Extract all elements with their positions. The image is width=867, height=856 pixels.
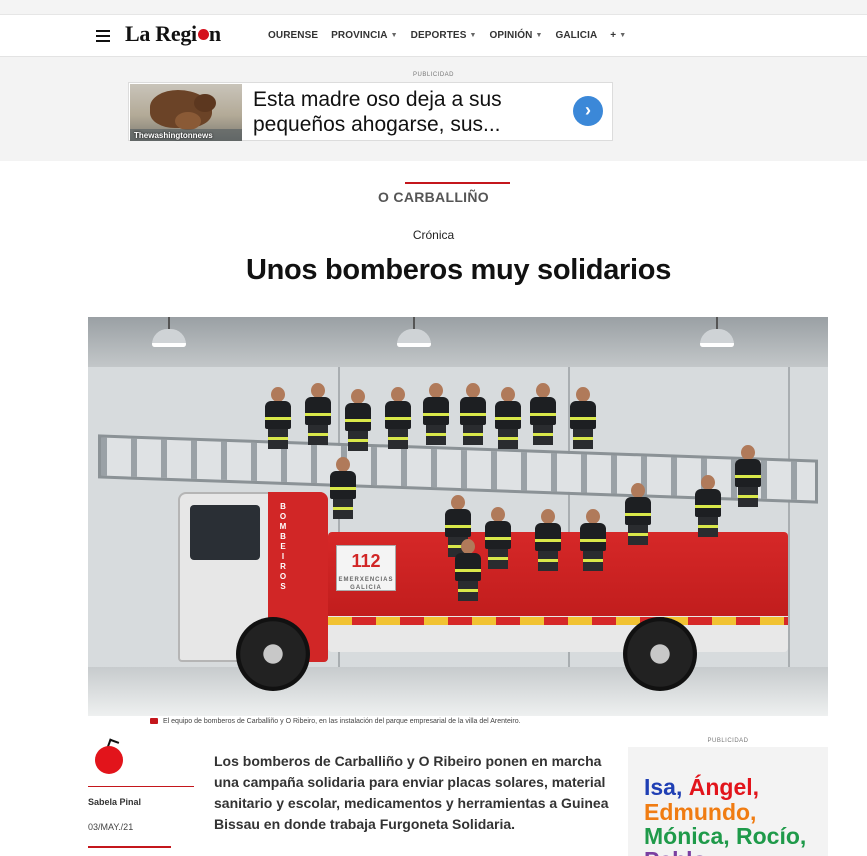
truck-side-text: BOMBEIROS	[279, 502, 287, 591]
caret-down-icon: ▼	[535, 32, 543, 39]
nav-item-galicia[interactable]: GALICIA	[555, 30, 597, 41]
author-logo-icon	[95, 738, 123, 774]
chevron-right-icon[interactable]: ›	[573, 96, 603, 126]
side-ad-line: Pablo	[644, 847, 707, 856]
truck-number: 112	[351, 551, 381, 571]
section-bar	[405, 182, 510, 184]
truck-subtext: EMERXENCIAS GALICIA	[338, 577, 394, 591]
caret-down-icon: ▼	[390, 32, 398, 39]
nav-label: OURENSE	[268, 30, 319, 41]
side-ad-line: Mónica, Rocío,	[644, 823, 807, 849]
article-headline: Unos bomberos muy solidarios	[245, 254, 672, 286]
article-standfirst: Los bomberos de Carballiño y O Ribeiro p…	[214, 753, 609, 832]
divider	[88, 846, 171, 848]
nav-label: GALICIA	[555, 30, 598, 41]
photo-caption: El equipo de bomberos de Carballiño y O …	[150, 718, 521, 725]
ad-label: PUBLICIDAD	[412, 72, 454, 78]
side-ad[interactable]: Isa, Ángel, Edmundo, Mónica, Rocío, Pabl…	[628, 747, 828, 856]
caret-down-icon: ▼	[469, 32, 477, 39]
author-name[interactable]: Sabela Pinal	[88, 797, 141, 807]
nav-item-ourense[interactable]: OURENSE	[268, 30, 318, 41]
side-ad-line: Edmundo,	[644, 799, 757, 825]
menu-icon[interactable]	[96, 30, 110, 42]
truck-wheel	[236, 617, 310, 691]
main-nav: OURENSE PROVINCIA ▼ DEPORTES ▼ OPINIÓN ▼ GA…	[268, 30, 626, 41]
publish-date: 03/MAY./21	[88, 822, 134, 832]
truck-112-badge: 112 EMERXENCIAS GALICIA	[336, 545, 396, 591]
logo-text-end: n	[208, 21, 221, 46]
logo-dot-icon	[197, 29, 209, 40]
caret-down-icon: ▼	[619, 32, 627, 39]
side-ad-line: Isa, Ángel,	[644, 774, 760, 800]
ad-image-bear: Thewashingtonnews	[130, 84, 242, 141]
section-label[interactable]: O CARBALLIÑO	[0, 189, 867, 205]
nav-item-provincia[interactable]: PROVINCIA ▼	[331, 30, 398, 41]
side-ad-label: PUBLICIDAD	[707, 738, 749, 744]
top-ad[interactable]: Thewashingtonnews Esta madre oso deja a …	[128, 82, 613, 141]
ad-source: Thewashingtonnews	[134, 131, 213, 140]
divider	[88, 786, 194, 787]
nav-label: PROVINCIA	[331, 30, 388, 41]
truck-wheel	[623, 617, 697, 691]
nav-label: OPINIÓN	[489, 30, 533, 41]
nav-item-opinion[interactable]: OPINIÓN ▼	[490, 30, 543, 41]
logo-text: La Regi	[125, 21, 197, 46]
nav-item-deportes[interactable]: DEPORTES ▼	[411, 30, 477, 41]
site-logo[interactable]: La Regi n	[125, 21, 221, 47]
article-kicker: Crónica	[412, 228, 455, 242]
top-ad-band: PUBLICIDAD Thewashingtonnews Esta madre …	[0, 57, 867, 161]
article-photo[interactable]: 112 EMERXENCIAS GALICIA BOMBEIROS	[88, 317, 828, 716]
site-header: La Regi n OURENSE PROVINCIA ▼ DEPORTES ▼ OP…	[0, 16, 867, 57]
top-strip	[0, 0, 867, 15]
nav-item-more[interactable]: + ▼	[610, 30, 626, 41]
nav-label: +	[610, 30, 617, 41]
caption-text: El equipo de bomberos de Carballiño y O …	[163, 718, 521, 725]
camera-icon	[150, 718, 158, 724]
ad-headline: Esta madre oso deja a sus pequeños ahoga…	[253, 88, 502, 136]
nav-label: DEPORTES	[410, 30, 467, 41]
